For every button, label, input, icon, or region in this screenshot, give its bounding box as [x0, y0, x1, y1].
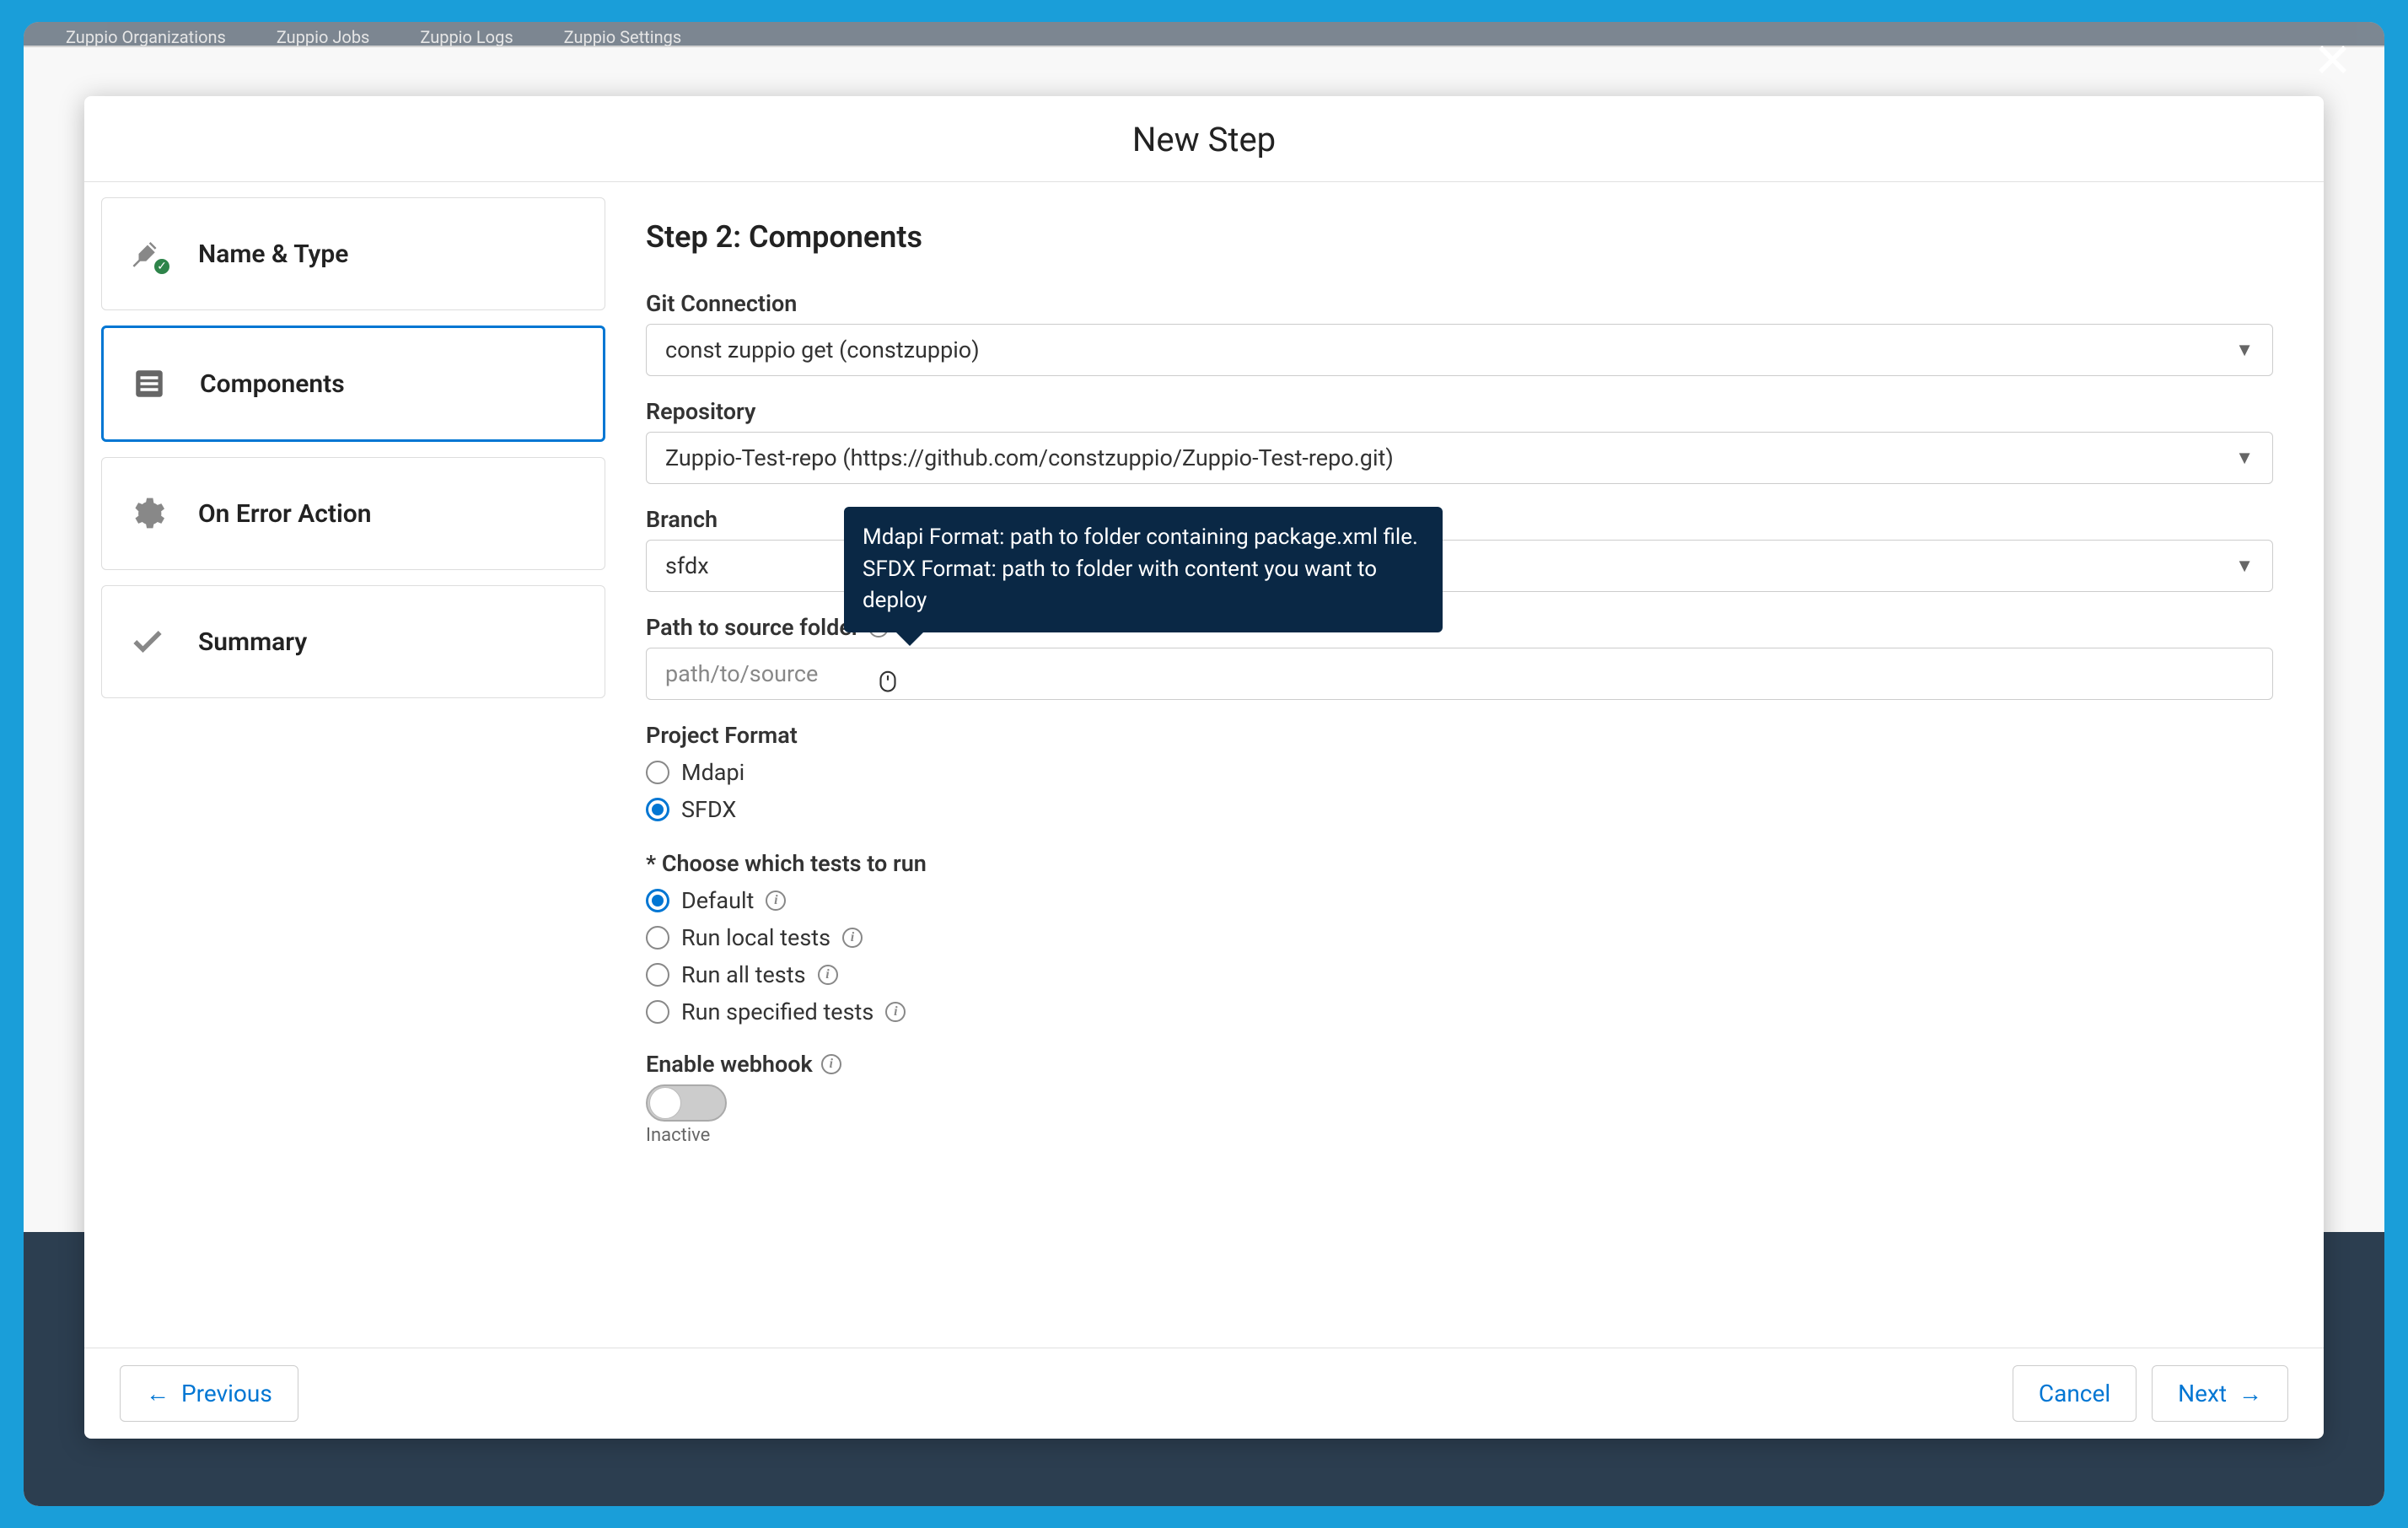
new-step-modal: New Step ✓ Name & Type Components [84, 96, 2324, 1439]
step-heading: Step 2: Components [646, 219, 2273, 255]
next-button[interactable]: Next → [2152, 1365, 2288, 1422]
webhook-label: Enable webhook i [646, 1051, 2273, 1078]
sidebar-item-label: Components [200, 369, 345, 399]
radio-sfdx[interactable]: SFDX [646, 796, 2273, 823]
check-icon [129, 623, 166, 660]
sidebar-item-label: Summary [198, 627, 307, 657]
path-tooltip: Mdapi Format: path to folder containing … [844, 507, 1443, 632]
completed-badge-icon: ✓ [153, 257, 171, 276]
radio-circle[interactable] [646, 889, 669, 912]
git-connection-select[interactable]: const zuppio get (constzuppio) ▼ [646, 324, 2273, 376]
webhook-toggle[interactable] [646, 1084, 727, 1122]
sidebar-item-components[interactable]: Components [101, 326, 605, 442]
repository-select[interactable]: Zuppio-Test-repo (https://github.com/con… [646, 432, 2273, 484]
sidebar-item-label: Name & Type [198, 239, 348, 269]
path-input[interactable]: path/to/source [646, 648, 2273, 700]
gear-icon [129, 495, 166, 532]
webhook-state: Inactive [646, 1125, 2273, 1146]
previous-button[interactable]: ← Previous [120, 1365, 298, 1422]
modal-header: New Step [84, 96, 2324, 182]
arrow-left-icon: ← [146, 1380, 169, 1407]
pin-icon: ✓ [129, 235, 166, 272]
radio-default[interactable]: Default i [646, 887, 2273, 914]
radio-circle[interactable] [646, 798, 669, 821]
sidebar-item-summary[interactable]: Summary [101, 585, 605, 698]
background-tabs: Zuppio Organizations Zuppio Jobs Zuppio … [24, 22, 2384, 47]
cancel-button[interactable]: Cancel [2013, 1365, 2137, 1422]
form-area: Step 2: Components Git Connection const … [621, 182, 2324, 1348]
info-icon[interactable]: i [818, 965, 838, 985]
info-icon[interactable]: i [885, 1002, 906, 1022]
arrow-right-icon: → [2239, 1380, 2262, 1407]
repository-label: Repository [646, 398, 2273, 425]
radio-specified-tests[interactable]: Run specified tests i [646, 998, 2273, 1025]
radio-mdapi[interactable]: Mdapi [646, 759, 2273, 786]
radio-circle[interactable] [646, 1000, 669, 1024]
info-icon[interactable]: i [766, 890, 786, 911]
components-icon [131, 365, 168, 402]
sidebar-item-on-error[interactable]: On Error Action [101, 457, 605, 570]
chevron-down-icon: ▼ [2235, 447, 2254, 469]
git-connection-label: Git Connection [646, 290, 2273, 317]
wizard-sidebar: ✓ Name & Type Components On Error Action [84, 182, 621, 1348]
repository-value: Zuppio-Test-repo (https://github.com/con… [665, 444, 1394, 471]
radio-circle[interactable] [646, 926, 669, 950]
tests-label: * Choose which tests to run [646, 850, 2273, 877]
sidebar-item-label: On Error Action [198, 499, 372, 529]
radio-circle[interactable] [646, 963, 669, 987]
chevron-down-icon: ▼ [2235, 555, 2254, 577]
info-icon[interactable]: i [821, 1054, 841, 1074]
project-format-label: Project Format [646, 722, 2273, 749]
info-icon[interactable]: i [842, 928, 863, 948]
close-button[interactable]: ✕ [2313, 37, 2352, 84]
sidebar-item-name-type[interactable]: ✓ Name & Type [101, 197, 605, 310]
radio-circle[interactable] [646, 761, 669, 784]
git-connection-value: const zuppio get (constzuppio) [665, 336, 980, 363]
radio-local-tests[interactable]: Run local tests i [646, 924, 2273, 951]
modal-footer: ← Previous Cancel Next → [84, 1348, 2324, 1439]
chevron-down-icon: ▼ [2235, 339, 2254, 361]
toggle-knob [649, 1087, 681, 1119]
radio-all-tests[interactable]: Run all tests i [646, 961, 2273, 988]
branch-value: sfdx [665, 552, 709, 579]
modal-title: New Step [84, 120, 2324, 159]
